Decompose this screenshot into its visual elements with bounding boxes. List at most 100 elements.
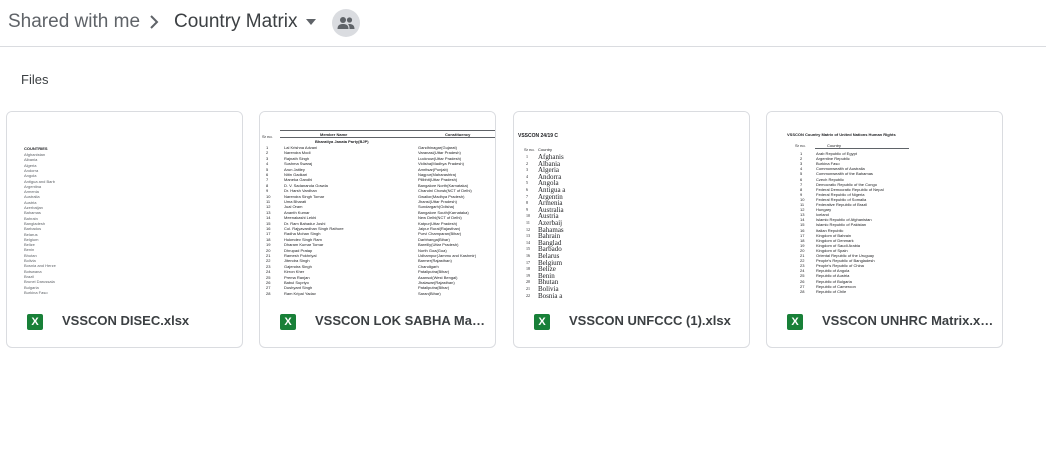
thumb-row-text: 21 bbox=[266, 253, 271, 258]
thumb-row-text: Jual Oram bbox=[284, 204, 303, 210]
thumb-row-text: Andorra bbox=[24, 167, 39, 173]
file-card-unhrc[interactable]: VSSCON Country Matrix of United Nations … bbox=[766, 111, 1003, 348]
thumb-row-text: Dushyant Singh bbox=[284, 285, 313, 291]
file-name: VSSCON UNFCCC (1).xlsx bbox=[569, 313, 731, 328]
thumb-row-text: 12 bbox=[266, 204, 271, 210]
thumb-row-text: 2 bbox=[526, 160, 528, 166]
thumb-row-text: 14 bbox=[526, 239, 530, 245]
thumb-row-text: Vidisha(Madhya Pradesh) bbox=[418, 161, 464, 167]
file-card-lok-sabha[interactable]: Sr no. Member Name Constituency Bharatiy… bbox=[259, 111, 496, 348]
shared-folder-icon[interactable] bbox=[332, 9, 360, 37]
thumb-row-text: 4 bbox=[266, 161, 269, 167]
thumb-row-text: 6 bbox=[526, 187, 528, 192]
thumb-row-text: Belize bbox=[24, 242, 35, 248]
thumb-row-text: Asansol(West Bengal) bbox=[418, 274, 458, 280]
thumb-row-text: 10 bbox=[526, 213, 530, 219]
breadcrumb-shared-with-me[interactable]: Shared with me bbox=[8, 11, 140, 33]
thumb-row-text: Dr. Ram Bahadur Joshi bbox=[284, 220, 326, 226]
thumb-row-text: Bhutan bbox=[24, 252, 37, 258]
thumb-title: VSSCON Country Matrix of United Nations … bbox=[787, 132, 896, 137]
thumb-row-text: 6 bbox=[266, 172, 269, 177]
file-card-footer: X VSSCON DISEC.xlsx bbox=[7, 301, 242, 347]
thumb-row-text: Darbhanga(Bihar) bbox=[418, 236, 450, 242]
file-name: VSSCON DISEC.xlsx bbox=[62, 313, 190, 328]
thumb-row-text: Bangalore South(Karnataka) bbox=[418, 209, 469, 215]
thumb-row-text: Nagpur(Maharashtra) bbox=[418, 172, 457, 177]
file-thumbnail: VSSCON Country Matrix of United Nations … bbox=[767, 112, 1002, 302]
thumb-row-text: Maneka Gandhi bbox=[284, 177, 313, 183]
thumb-row-text: 25 bbox=[266, 274, 271, 280]
breadcrumb-current-folder[interactable]: Country Matrix bbox=[174, 11, 298, 33]
thumb-row-text: 20 bbox=[526, 279, 530, 285]
thumb-row-text: Chandigarh bbox=[418, 263, 439, 269]
thumb-row-text: Sushma Swaraj bbox=[284, 161, 313, 167]
thumb-row-text: Gandhinagar(Gujarat) bbox=[418, 145, 457, 150]
thumb-row-text: 3 bbox=[266, 155, 269, 161]
thumb-row-text: 23 bbox=[266, 263, 271, 269]
thumb-row-text: Afghanistan bbox=[24, 152, 46, 157]
chevron-down-icon[interactable] bbox=[304, 16, 318, 28]
thumb-row-text: Narendra Modi bbox=[284, 150, 311, 156]
thumb-row-text: 3 bbox=[526, 167, 528, 173]
thumb-row-text: Bosnia and Herze bbox=[24, 263, 56, 269]
thumb-row-text: Hukmdev Singh Ram bbox=[284, 236, 322, 242]
thumb-col-sno: Sr no. bbox=[524, 147, 535, 152]
thumb-row-text: Dharam Kumar Tomar bbox=[284, 242, 324, 248]
thumb-row-text: Republic of Chile bbox=[816, 288, 847, 294]
thumb-row-text: 16 bbox=[526, 253, 530, 258]
thumb-row-text: 18 bbox=[266, 236, 271, 242]
thumb-row-text: Burkina Faso bbox=[24, 289, 48, 295]
thumb-header: COUNTRIES bbox=[24, 146, 48, 151]
thumb-row-text: 13 bbox=[526, 233, 530, 239]
thumb-row-text: Bangladesh bbox=[24, 220, 46, 226]
thumb-row-text: 17 bbox=[526, 259, 530, 265]
thumb-row-text: 8 bbox=[526, 200, 528, 206]
thumb-row-text: Barmer(Rajasthan) bbox=[418, 258, 452, 264]
thumb-col-sno: Sr no. bbox=[795, 143, 806, 148]
thumb-row-text: 11 bbox=[266, 199, 271, 204]
thumb-row-text: 7 bbox=[526, 193, 528, 199]
thumb-row-text: 26 bbox=[266, 280, 271, 285]
thumb-row-text: 9 bbox=[266, 188, 269, 194]
thumb-row-text: Ram Kripal Yadav bbox=[284, 290, 316, 296]
thumb-row-text: Sundargarh(Odisha) bbox=[418, 204, 455, 210]
thumb-row-text: 13 bbox=[266, 209, 271, 215]
thumb-row-text: 4 bbox=[526, 173, 528, 179]
file-thumbnail: VSSCON 24/19 C Sr no. Country 1 Afghanis 2… bbox=[514, 112, 749, 302]
file-card-footer: X VSSCON LOK SABHA Matri... bbox=[260, 301, 495, 347]
thumb-row-text: Lucknow(Uttar Pradesh) bbox=[418, 155, 462, 161]
thumb-party: Bharatiya Janata Party(BJP) bbox=[315, 139, 369, 144]
people-icon bbox=[337, 17, 355, 29]
thumb-row-text: Bolivia bbox=[24, 258, 36, 263]
file-card-unfccc[interactable]: VSSCON 24/19 C Sr no. Country 1 Afghanis 2… bbox=[513, 111, 750, 348]
thumb-row-text: Bahrain bbox=[24, 215, 38, 221]
thumb-row-text: 7 bbox=[266, 177, 269, 183]
file-card-disec[interactable]: COUNTRIES Afghanistan Albania Algeria Andor… bbox=[6, 111, 243, 348]
thumb-row-text: 1 bbox=[526, 154, 528, 159]
thumb-row-text: 22 bbox=[526, 292, 530, 298]
thumb-row-text: Narendra Singh Tomar bbox=[284, 193, 325, 199]
excel-icon: X bbox=[27, 314, 43, 330]
thumb-row-text: Katpur(Uttar Pradesh) bbox=[418, 220, 458, 226]
thumb-row-text: Amritsar(Punjab) bbox=[418, 166, 449, 172]
thumb-row-text: 19 bbox=[526, 272, 530, 278]
thumb-row-text: Dhrupad Pratap bbox=[284, 247, 313, 253]
thumb-row-text: Albania bbox=[24, 157, 38, 163]
thumb-row-text: 1 bbox=[266, 145, 269, 150]
thumb-row-text: 14 bbox=[266, 215, 271, 221]
file-card-footer: X VSSCON UNFCCC (1).xlsx bbox=[514, 301, 749, 347]
thumb-row-text: 20 bbox=[266, 247, 271, 253]
thumb-row-text: Antigua and Barb bbox=[24, 178, 55, 184]
file-name: VSSCON LOK SABHA Matri... bbox=[315, 313, 487, 328]
thumb-row-text: Udhampur(Jammu and Kashmir) bbox=[418, 253, 477, 258]
thumb-row-text: Saran(Bihar) bbox=[418, 290, 441, 296]
thumb-row-text: Pataliputra(Bihar) bbox=[418, 269, 450, 275]
thumb-row-text: Jhalawar(Rajasthan) bbox=[418, 280, 455, 285]
thumb-row-text: Australia bbox=[24, 194, 40, 200]
thumb-row-text: 10 bbox=[266, 193, 271, 199]
thumb-row-text: 9 bbox=[526, 206, 528, 212]
thumb-row-text: Dr. Harsh Vardhan bbox=[284, 188, 317, 194]
thumb-row-text: 16 bbox=[266, 226, 271, 231]
thumb-row-text: Nitin Gadkari bbox=[284, 172, 308, 177]
thumb-row-text: Algeria bbox=[24, 162, 37, 168]
